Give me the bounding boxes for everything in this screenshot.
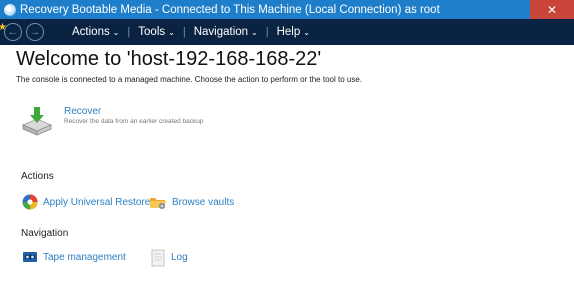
menu-help[interactable]: Help ⌄ bbox=[277, 26, 310, 38]
log-document-icon bbox=[150, 249, 166, 267]
browse-vaults-label: Browse vaults bbox=[172, 196, 235, 208]
log-label: Log bbox=[171, 251, 188, 263]
menu-navigation[interactable]: Navigation ⌄ bbox=[194, 26, 258, 38]
folder-vault-icon bbox=[149, 194, 167, 210]
page-subtitle: The console is connected to a managed ma… bbox=[16, 75, 362, 84]
window-titlebar: Recovery Bootable Media - Connected to T… bbox=[0, 0, 574, 19]
menu-tools[interactable]: Tools ⌄ bbox=[138, 26, 175, 38]
chevron-down-icon: ⌄ bbox=[303, 27, 310, 37]
menu-bar: ★ ← → Actions ⌄ | Tools ⌄ | Navigation ⌄… bbox=[0, 19, 574, 45]
menu-separator: | bbox=[182, 26, 186, 38]
chevron-down-icon: ⌄ bbox=[251, 27, 258, 37]
chevron-down-icon: ⌄ bbox=[168, 27, 175, 37]
chevron-down-icon: ⌄ bbox=[112, 27, 120, 37]
apply-universal-restore-link[interactable]: Apply Universal Restore bbox=[22, 194, 150, 210]
actions-section-heading: Actions bbox=[21, 171, 54, 182]
universal-restore-icon bbox=[22, 194, 38, 210]
recover-label: Recover bbox=[64, 106, 102, 117]
menu-actions[interactable]: Actions ⌄ bbox=[72, 26, 119, 38]
tape-management-label: Tape management bbox=[43, 251, 126, 263]
tape-icon bbox=[22, 249, 38, 265]
recover-description: Recover the data from an earlier created… bbox=[64, 118, 204, 125]
close-button[interactable]: ✕ bbox=[530, 0, 574, 19]
tape-management-link[interactable]: Tape management bbox=[22, 249, 126, 265]
apply-universal-restore-label: Apply Universal Restore bbox=[43, 196, 151, 208]
menu-help-label: Help bbox=[276, 26, 301, 38]
navigation-section-heading: Navigation bbox=[21, 228, 69, 239]
recover-action[interactable]: Recover Recover the data from an earlier… bbox=[20, 105, 204, 136]
log-link[interactable]: Log bbox=[150, 249, 188, 267]
menu-separator: | bbox=[265, 26, 269, 38]
forward-button[interactable]: → bbox=[26, 23, 44, 41]
menu-navigation-label: Navigation bbox=[193, 26, 249, 38]
page-title: Welcome to 'host-192-168-168-22' bbox=[16, 48, 322, 70]
menu-tools-label: Tools bbox=[138, 26, 166, 38]
window-title: Recovery Bootable Media - Connected to T… bbox=[20, 3, 440, 16]
menu-separator: | bbox=[127, 26, 131, 38]
menu-actions-label: Actions bbox=[72, 26, 110, 38]
app-icon bbox=[4, 3, 16, 16]
star-icon: ★ bbox=[0, 22, 7, 33]
browse-vaults-link[interactable]: Browse vaults bbox=[149, 194, 234, 210]
recover-drive-arrow-icon bbox=[20, 105, 54, 136]
